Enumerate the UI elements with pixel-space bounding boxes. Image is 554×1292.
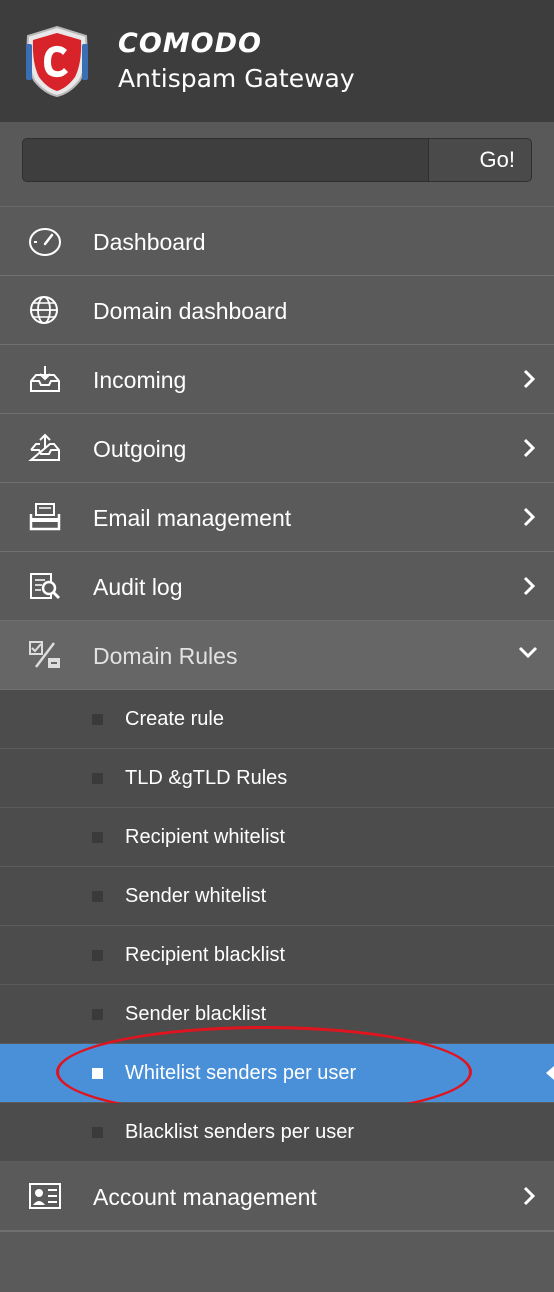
submenu-item-sender-blacklist[interactable]: Sender blacklist [0,985,554,1044]
account-card-icon [29,1183,61,1209]
outbox-upload-icon [28,433,60,461]
sidebar: COMODO Antispam Gateway Go! Dashboard Do… [0,0,554,1292]
menu-item-account-management[interactable]: Account management [0,1162,554,1231]
submenu-item-recipient-whitelist[interactable]: Recipient whitelist [0,808,554,867]
chevron-down-icon [518,646,538,659]
rules-toggle-icon [29,641,60,668]
menu-item-domain-rules[interactable]: Domain Rules [0,621,554,690]
menu-item-label: Outgoing [93,436,187,462]
submenu-item-tld-gtld-rules[interactable]: TLD &gTLD Rules [0,749,554,808]
speedometer-icon [29,228,61,256]
submenu-item-label: Blacklist senders per user [125,1121,354,1143]
bullet-icon [92,1009,103,1020]
submenu-item-label: Sender whitelist [125,885,267,907]
search-bar: Go! [0,122,554,207]
submenu-item-label: Recipient blacklist [125,944,286,966]
bullet-icon [92,950,103,961]
submenu-item-create-rule[interactable]: Create rule [0,690,554,749]
audit-search-icon [30,573,61,600]
mail-tray-icon [29,503,61,531]
brand-name: COMODO [118,28,262,59]
submenu-item-blacklist-senders-per-user[interactable]: Blacklist senders per user [0,1103,554,1162]
bullet-icon [92,1127,103,1138]
submenu-item-label: Create rule [125,708,224,730]
chevron-right-icon [523,1186,536,1206]
brand-subtitle: Antispam Gateway [118,64,355,93]
brand-header: COMODO Antispam Gateway [0,0,554,122]
bullet-icon [92,891,103,902]
comodo-shield-icon[interactable] [20,24,94,98]
submenu-item-label: Sender blacklist [125,1003,267,1025]
menu-item-label: Email management [93,505,292,531]
chevron-right-icon [523,369,536,389]
active-indicator-caret [546,1066,554,1080]
menu-item-domain-dashboard[interactable]: Domain dashboard [0,276,554,345]
menu-item-outgoing[interactable]: Outgoing [0,414,554,483]
submenu-item-sender-whitelist[interactable]: Sender whitelist [0,867,554,926]
chevron-right-icon [523,576,536,596]
search-input[interactable] [22,138,428,182]
submenu-item-label: Whitelist senders per user [125,1062,357,1084]
chevron-right-icon [523,507,536,527]
inbox-download-icon [30,366,60,392]
bullet-icon [92,714,103,725]
submenu-item-label: Recipient whitelist [125,826,286,848]
submenu-item-label: TLD &gTLD Rules [125,767,288,789]
globe-icon [30,296,58,324]
go-button[interactable]: Go! [428,138,532,182]
menu-item-label: Audit log [93,574,183,600]
menu-item-incoming[interactable]: Incoming [0,345,554,414]
menu-item-dashboard[interactable]: Dashboard [0,207,554,276]
menu-item-label: Account management [93,1184,317,1210]
bullet-icon [92,773,103,784]
submenu-item-whitelist-senders-per-user[interactable]: Whitelist senders per user [0,1026,554,1118]
menu-item-label: Domain Rules [93,643,238,669]
menu-item-label: Incoming [93,367,187,393]
menu-item-label: Dashboard [93,229,206,255]
bullet-icon [92,1068,103,1079]
submenu-item-recipient-blacklist[interactable]: Recipient blacklist [0,926,554,985]
menu-item-email-management[interactable]: Email management [0,483,554,552]
menu-item-label: Domain dashboard [93,298,288,324]
sidebar-bottom-fill [0,1231,554,1292]
menu-item-audit-log[interactable]: Audit log [0,552,554,621]
chevron-right-icon [523,438,536,458]
bullet-icon [92,832,103,843]
